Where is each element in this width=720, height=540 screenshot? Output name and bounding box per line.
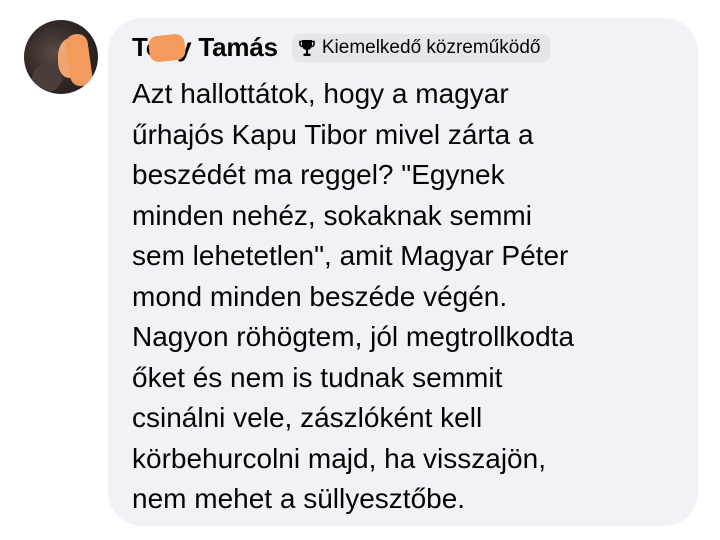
comment-line: körbehurcolni majd, ha visszajön, [132,442,546,474]
name-redaction [147,33,187,63]
comment-header: Toby Tamás Kiemelkedő közreműködő [132,32,551,63]
comment-line: űrhajós Kapu Tibor mivel zárta a [132,118,534,150]
comment-line: Nagyon röhögtem, jól megtrollkodta [132,321,575,352]
badge-label: Kiemelkedő közreműködő [321,36,541,58]
comment-line: nem mehet a süllyesztőbe. [132,483,466,514]
trophy-icon [298,38,316,58]
comment-line: minden nehéz, sokaknak semmi [132,199,532,231]
comment-text: Azt hallottátok, hogy a magyar űrhajós K… [132,74,688,520]
avatar-redaction [64,32,94,88]
comment-bubble: Toby Tamás Kiemelkedő közreműködő Azt ha… [108,18,698,526]
contributor-badge[interactable]: Kiemelkedő közreműködő [291,33,551,62]
avatar[interactable] [24,20,98,94]
author-name[interactable]: Toby Tamás [132,32,278,63]
avatar-shadow [32,64,62,92]
comment-line: sem lehetetlen", amit Magyar Péter [132,240,569,271]
comment-screenshot: Toby Tamás Kiemelkedő közreműködő Azt ha… [0,0,720,540]
comment-line: Azt hallottátok, hogy a magyar [132,78,509,109]
comment-line: mond minden beszéde végén. [132,280,508,312]
comment-line: beszédét ma reggel? "Egynek [132,159,505,190]
comment-line: csinálni vele, zászlóként kell [132,402,483,433]
comment-line: őket és nem is tudnak semmit [132,361,503,393]
